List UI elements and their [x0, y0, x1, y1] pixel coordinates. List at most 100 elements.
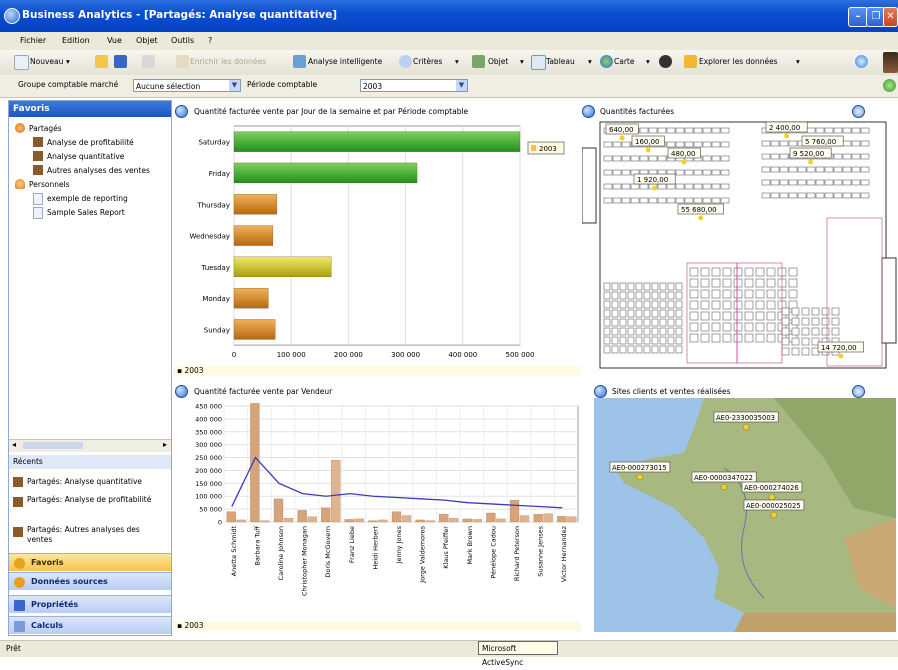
- analysis-icon: [13, 497, 23, 507]
- shelf: [639, 127, 649, 134]
- explore-data-button[interactable]: Explorer les données: [699, 57, 778, 66]
- nav-properties[interactable]: Propriétés: [9, 595, 171, 613]
- shelf: [815, 192, 825, 199]
- new-icon: [14, 55, 29, 70]
- x-tick-label: Victor Hernandez: [560, 525, 568, 582]
- rack: [744, 333, 754, 343]
- value-label: 2 400,00: [769, 124, 800, 132]
- legend-swatch: [531, 145, 536, 151]
- close-button[interactable]: ✕: [883, 7, 898, 27]
- rack: [627, 345, 635, 354]
- geomap-title: Sites clients et ventes réalisées: [612, 387, 731, 396]
- shelf: [657, 183, 667, 190]
- rack: [711, 333, 721, 343]
- refresh-icon[interactable]: [883, 79, 896, 92]
- shelf: [621, 155, 631, 162]
- site-marker: [636, 473, 644, 481]
- tree-item-sample-report[interactable]: Sample Sales Report: [47, 208, 125, 217]
- x-tick-label: Franz Liebe: [348, 526, 356, 563]
- record-icon[interactable]: [659, 55, 672, 68]
- tree-item-quantitative[interactable]: Analyse quantitative: [47, 152, 124, 161]
- object-button[interactable]: Objet: [488, 57, 508, 66]
- rack: [627, 327, 635, 336]
- menu-edition[interactable]: Edition: [62, 36, 90, 45]
- shelf: [711, 155, 721, 162]
- tree-personal[interactable]: Personnels: [29, 180, 70, 189]
- recent-item-quantitative[interactable]: Partagés: Analyse quantitative: [27, 477, 142, 486]
- bar-tuesday: [233, 256, 332, 278]
- shelf: [833, 192, 843, 199]
- menu-vue[interactable]: Vue: [107, 36, 122, 45]
- rack: [659, 291, 667, 300]
- shelf: [815, 127, 825, 134]
- shelf: [603, 197, 613, 204]
- rack: [659, 318, 667, 327]
- shelf: [770, 179, 780, 186]
- nav-favorites[interactable]: Favoris: [9, 553, 171, 571]
- menu-outils[interactable]: Outils: [171, 36, 194, 45]
- rack: [667, 327, 675, 336]
- menu-objet[interactable]: Objet: [136, 36, 158, 45]
- analysis-icon: [13, 527, 23, 537]
- rack: [711, 278, 721, 288]
- minimize-button[interactable]: –: [848, 7, 868, 27]
- object-icon: [472, 55, 485, 68]
- bar-saturday: [233, 131, 521, 152]
- rack: [635, 327, 643, 336]
- table-button[interactable]: Tableau: [546, 57, 575, 66]
- recent-item-other-sales[interactable]: Partagés: Autres analyses des ventes: [27, 525, 167, 545]
- globe-icon: [582, 105, 595, 118]
- map-settings-icon[interactable]: [852, 385, 865, 398]
- recent-item-profitability[interactable]: Partagés: Analyse de profitabilité: [27, 495, 157, 505]
- globe-icon: [594, 385, 607, 398]
- shelf: [630, 197, 640, 204]
- tree-item-profitability[interactable]: Analyse de profitabilité: [47, 138, 134, 147]
- shelf: [797, 192, 807, 199]
- vendor-bar: [250, 403, 260, 523]
- y-tick-label: Thursday: [196, 201, 230, 209]
- save-icon[interactable]: [114, 55, 127, 68]
- analysis-icon: [33, 151, 43, 161]
- france-sales-map[interactable]: AE0-2330035003 AE0-000273015 AE0-000034702…: [594, 398, 896, 632]
- warehouse-floorplan: 640,00160,00 2 400,00 5 760,00 480,00 9 520,…: [582, 118, 898, 376]
- shelf: [761, 166, 771, 173]
- shelf: [648, 127, 658, 134]
- period-select[interactable]: 2003 ▼: [360, 79, 468, 92]
- map-button[interactable]: Carte: [614, 57, 634, 66]
- rack: [744, 289, 754, 299]
- smart-analysis-button[interactable]: Analyse intelligente: [308, 57, 382, 66]
- favorites-header: Favoris: [9, 101, 171, 117]
- enrich-data-button[interactable]: Enrichir les données: [190, 57, 266, 66]
- y-tick-label: Monday: [202, 295, 230, 303]
- shelf: [851, 192, 861, 199]
- nav-data-sources[interactable]: Données sources: [9, 572, 171, 590]
- tree-item-reporting[interactable]: exemple de reporting: [47, 194, 128, 203]
- rack: [651, 282, 659, 291]
- tree-item-other-sales[interactable]: Autres analyses des ventes: [47, 166, 150, 175]
- rack: [603, 336, 611, 345]
- y-tick-label: Tuesday: [201, 264, 230, 272]
- group-select[interactable]: Aucune sélection ▼: [133, 79, 241, 92]
- print-icon[interactable]: [142, 55, 155, 68]
- nav-calculations[interactable]: Calculs: [9, 616, 171, 634]
- criteria-button[interactable]: Critères: [413, 57, 442, 66]
- open-folder-icon[interactable]: [95, 55, 108, 68]
- rack: [722, 311, 732, 321]
- rack: [659, 336, 667, 345]
- shelf: [711, 183, 721, 190]
- help-icon[interactable]: [855, 55, 868, 68]
- new-button[interactable]: Nouveau: [30, 57, 63, 66]
- app-icon: [4, 8, 20, 24]
- rack: [667, 291, 675, 300]
- vendor-bar: [226, 511, 236, 523]
- x-tick-label: Klaus Pfeiffer: [442, 526, 450, 569]
- shelf: [806, 166, 816, 173]
- horizontal-scrollbar[interactable]: ◂ ▸: [9, 439, 171, 452]
- tree-shared[interactable]: Partagés: [29, 124, 62, 133]
- rack: [611, 327, 619, 336]
- map-settings-icon[interactable]: [852, 105, 865, 118]
- rack: [781, 307, 790, 316]
- menu-help[interactable]: ?: [208, 36, 212, 45]
- menu-fichier[interactable]: Fichier: [20, 36, 46, 45]
- rack: [635, 291, 643, 300]
